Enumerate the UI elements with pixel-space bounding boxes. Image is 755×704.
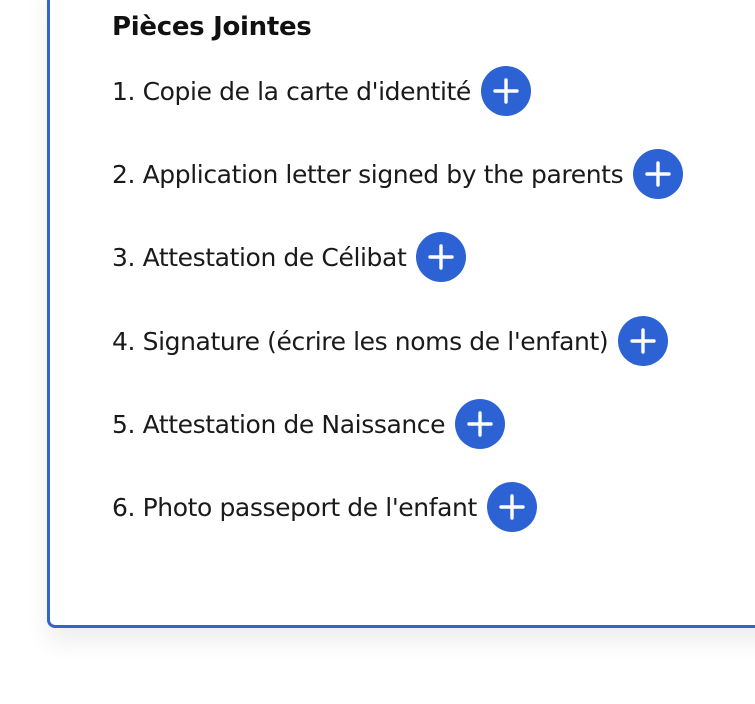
plus-icon [645, 161, 671, 187]
plus-icon [499, 494, 525, 520]
add-attachment-button[interactable] [633, 149, 684, 199]
attachment-label: 6. Photo passeport de l'enfant [112, 492, 477, 522]
attachment-item-5: 5. Attestation de Naissance [112, 399, 506, 449]
attachment-item-4: 4. Signature (écrire les noms de l'enfan… [112, 316, 669, 366]
attachment-label: 5. Attestation de Naissance [112, 409, 446, 439]
attachment-label: 2. Application letter signed by the pare… [112, 159, 624, 189]
plus-icon [467, 411, 493, 437]
attachment-label: 3. Attestation de Célibat [112, 242, 407, 272]
plus-icon [428, 244, 455, 270]
add-attachment-button[interactable] [416, 232, 467, 282]
add-attachment-button[interactable] [455, 399, 506, 449]
attachment-label: 4. Signature (écrire les noms de l'enfan… [112, 326, 609, 356]
attachment-item-6: 6. Photo passeport de l'enfant [112, 482, 537, 532]
section-title: Pièces Jointes [112, 12, 312, 42]
attachment-label: 1. Copie de la carte d'identité [112, 76, 471, 106]
attachment-item-2: 2. Application letter signed by the pare… [112, 149, 684, 199]
plus-icon [630, 328, 656, 354]
attachment-item-1: 1. Copie de la carte d'identité [112, 66, 531, 116]
add-attachment-button[interactable] [486, 482, 537, 532]
add-attachment-button[interactable] [480, 66, 531, 116]
add-attachment-button[interactable] [618, 316, 669, 366]
attachment-item-3: 3. Attestation de Célibat [112, 232, 467, 282]
plus-icon [493, 78, 519, 104]
